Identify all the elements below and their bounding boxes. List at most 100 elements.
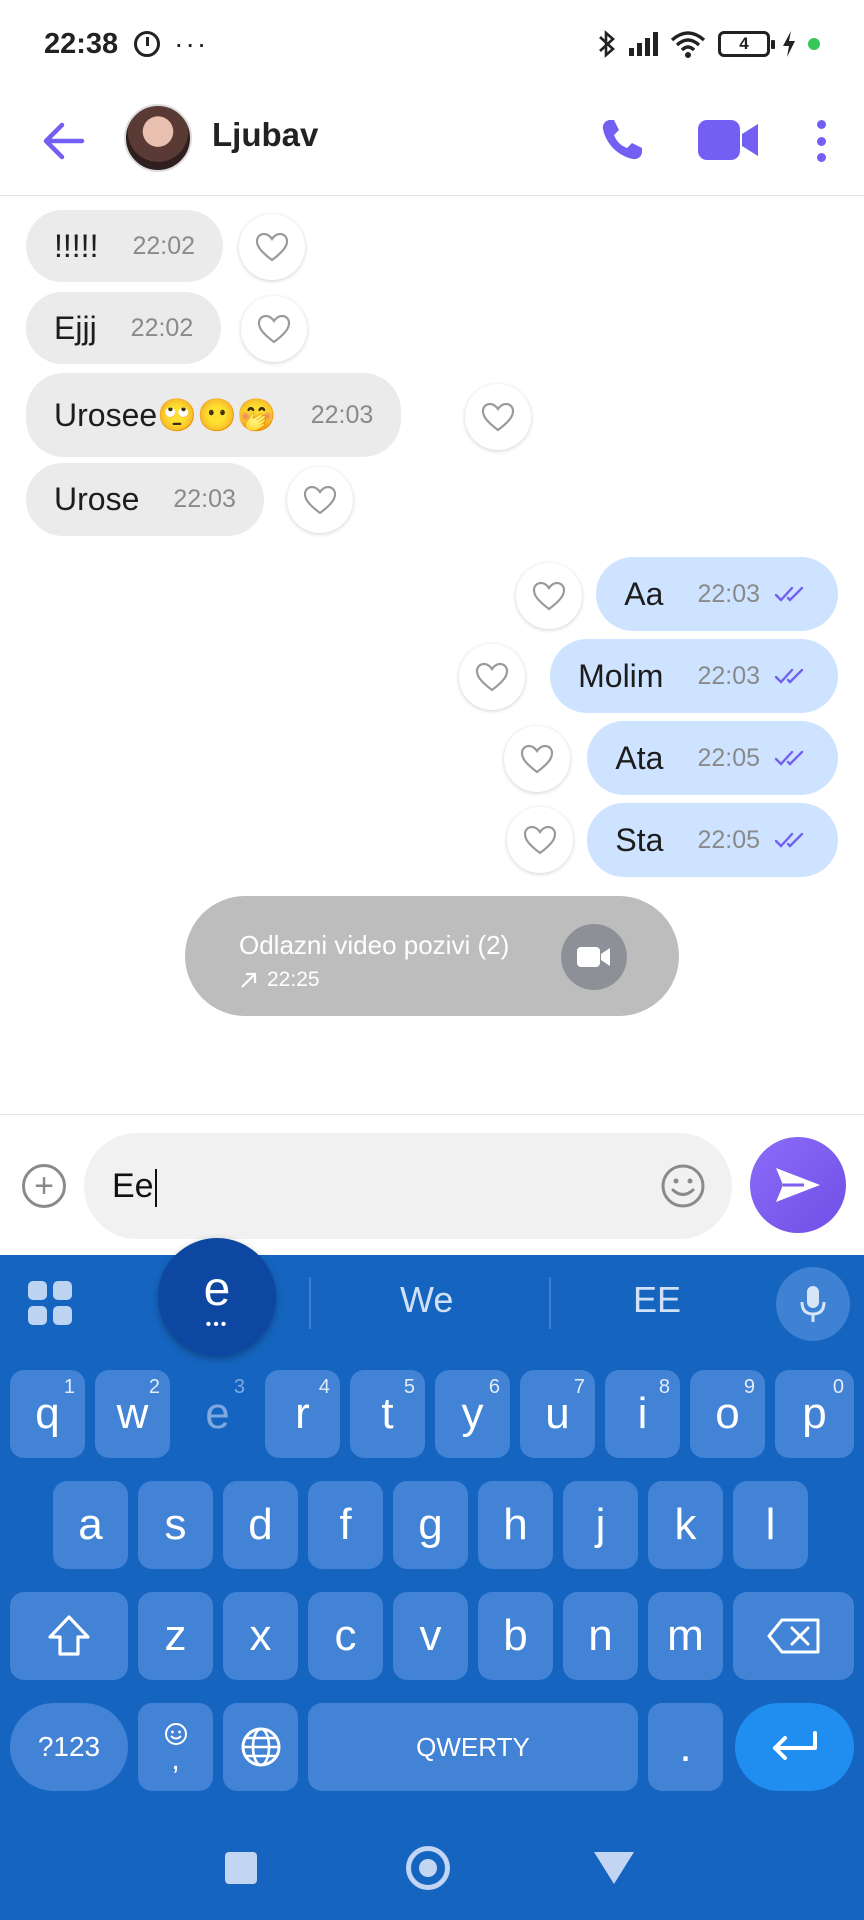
add-attachment-icon[interactable]: + (22, 1164, 66, 1208)
incoming-message[interactable]: !!!!! 22:02 (26, 210, 224, 282)
emoji-icon[interactable] (660, 1163, 706, 1209)
key-i[interactable]: i8 (605, 1370, 680, 1458)
back-arrow-icon[interactable] (40, 118, 86, 164)
key-x[interactable]: x (223, 1592, 298, 1680)
video-camera-icon[interactable] (561, 924, 627, 990)
home-icon[interactable] (406, 1846, 450, 1890)
outgoing-message[interactable]: Sta 22:05 (587, 803, 838, 877)
key-hint: 3 (233, 1376, 245, 1398)
message-composer: + Ee (0, 1114, 864, 1256)
language-key[interactable] (223, 1703, 298, 1791)
key-label: t (381, 1389, 394, 1438)
contact-name[interactable]: Ljubav (212, 116, 318, 154)
incoming-message[interactable]: Urosee🙄😶🤭 22:03 (26, 373, 402, 457)
key-j[interactable]: j (563, 1481, 638, 1569)
outgoing-message[interactable]: Aa 22:03 (596, 557, 838, 631)
message-time: 22:03 (173, 485, 236, 513)
key-hint: 9 (743, 1376, 755, 1398)
like-heart-icon[interactable] (287, 467, 353, 533)
key-s[interactable]: s (138, 1481, 213, 1569)
key-hint: 0 (832, 1376, 844, 1398)
message-text: Sta (615, 821, 664, 858)
outgoing-message[interactable]: Ata 22:05 (587, 721, 838, 795)
symbols-key[interactable]: ?123 (10, 1703, 128, 1791)
key-label: r (295, 1389, 310, 1438)
like-heart-icon[interactable] (504, 726, 570, 792)
key-a[interactable]: a (53, 1481, 128, 1569)
key-n[interactable]: n (563, 1592, 638, 1680)
recents-icon[interactable] (225, 1852, 257, 1884)
avatar[interactable] (124, 104, 192, 172)
incoming-message[interactable]: Ejjj 22:02 (26, 292, 222, 364)
key-label: n (588, 1611, 613, 1660)
key-w[interactable]: w2 (95, 1370, 170, 1458)
enter-key[interactable] (735, 1703, 854, 1791)
call-event-time: 22:25 (267, 968, 320, 991)
more-options-icon[interactable] (806, 114, 836, 168)
video-call-icon[interactable] (698, 118, 760, 162)
key-label: ?123 (37, 1731, 101, 1762)
message-input-text: Ee (112, 1167, 154, 1205)
chat-header: Ljubav (0, 88, 864, 196)
key-q[interactable]: q1 (10, 1370, 85, 1458)
suggestion-primary[interactable]: e ••• (158, 1238, 276, 1356)
key-b[interactable]: b (478, 1592, 553, 1680)
like-heart-icon[interactable] (507, 807, 573, 873)
phone-icon[interactable] (598, 116, 646, 164)
suggestion-item[interactable]: EE (633, 1279, 681, 1321)
globe-icon (241, 1727, 280, 1767)
keyboard-apps-icon[interactable] (28, 1281, 72, 1325)
enter-arrow-icon (772, 1731, 817, 1760)
message-time: 22:02 (130, 313, 194, 342)
like-heart-icon[interactable] (459, 644, 525, 710)
key-t[interactable]: t5 (350, 1370, 425, 1458)
message-input[interactable]: Ee (84, 1133, 732, 1239)
send-button[interactable] (750, 1137, 846, 1233)
call-event[interactable]: Odlazni video pozivi (2) 22:25 (185, 896, 679, 1016)
key-u[interactable]: u7 (520, 1370, 595, 1458)
key-y[interactable]: y6 (435, 1370, 510, 1458)
suggestion-item[interactable]: We (400, 1279, 453, 1321)
microphone-icon[interactable] (776, 1267, 850, 1341)
battery-level: 4 (739, 34, 749, 53)
period-key[interactable]: . (648, 1703, 723, 1791)
like-heart-icon[interactable] (516, 563, 582, 629)
key-e[interactable]: e3 (180, 1370, 255, 1458)
message-text: Urosee🙄😶🤭 (54, 397, 277, 433)
key-f[interactable]: f (308, 1481, 383, 1569)
key-k[interactable]: k (648, 1481, 723, 1569)
back-triangle-icon[interactable] (594, 1852, 634, 1884)
key-g[interactable]: g (393, 1481, 468, 1569)
key-c[interactable]: c (308, 1592, 383, 1680)
like-heart-icon[interactable] (465, 384, 531, 450)
key-z[interactable]: z (138, 1592, 213, 1680)
key-hint: 8 (658, 1376, 670, 1398)
space-key[interactable]: QWERTY (308, 1703, 638, 1791)
backspace-key[interactable] (733, 1592, 854, 1680)
like-heart-icon[interactable] (241, 296, 307, 362)
incoming-message[interactable]: Urose 22:03 (26, 463, 264, 536)
key-hint: 7 (573, 1376, 585, 1398)
key-label: m (667, 1611, 704, 1660)
key-r[interactable]: r4 (265, 1370, 340, 1458)
outgoing-message[interactable]: Molim 22:03 (550, 639, 838, 713)
key-l[interactable]: l (733, 1481, 808, 1569)
key-label: z (164, 1611, 187, 1660)
text-caret (154, 1169, 157, 1208)
key-d[interactable]: d (223, 1481, 298, 1569)
key-m[interactable]: m (648, 1592, 723, 1680)
key-label: y (461, 1389, 484, 1438)
key-h[interactable]: h (478, 1481, 553, 1569)
key-v[interactable]: v (393, 1592, 468, 1680)
key-label: w (116, 1389, 149, 1438)
key-label: p (802, 1389, 827, 1438)
shift-key[interactable] (10, 1592, 128, 1680)
suggestion-primary-text: e (203, 1262, 231, 1316)
emoji-comma-key[interactable]: , (138, 1703, 213, 1791)
wifi-icon (670, 31, 706, 58)
key-o[interactable]: o9 (690, 1370, 765, 1458)
privacy-dot (808, 38, 820, 50)
key-label: a (78, 1500, 103, 1549)
key-p[interactable]: p0 (775, 1370, 854, 1458)
like-heart-icon[interactable] (239, 214, 305, 280)
